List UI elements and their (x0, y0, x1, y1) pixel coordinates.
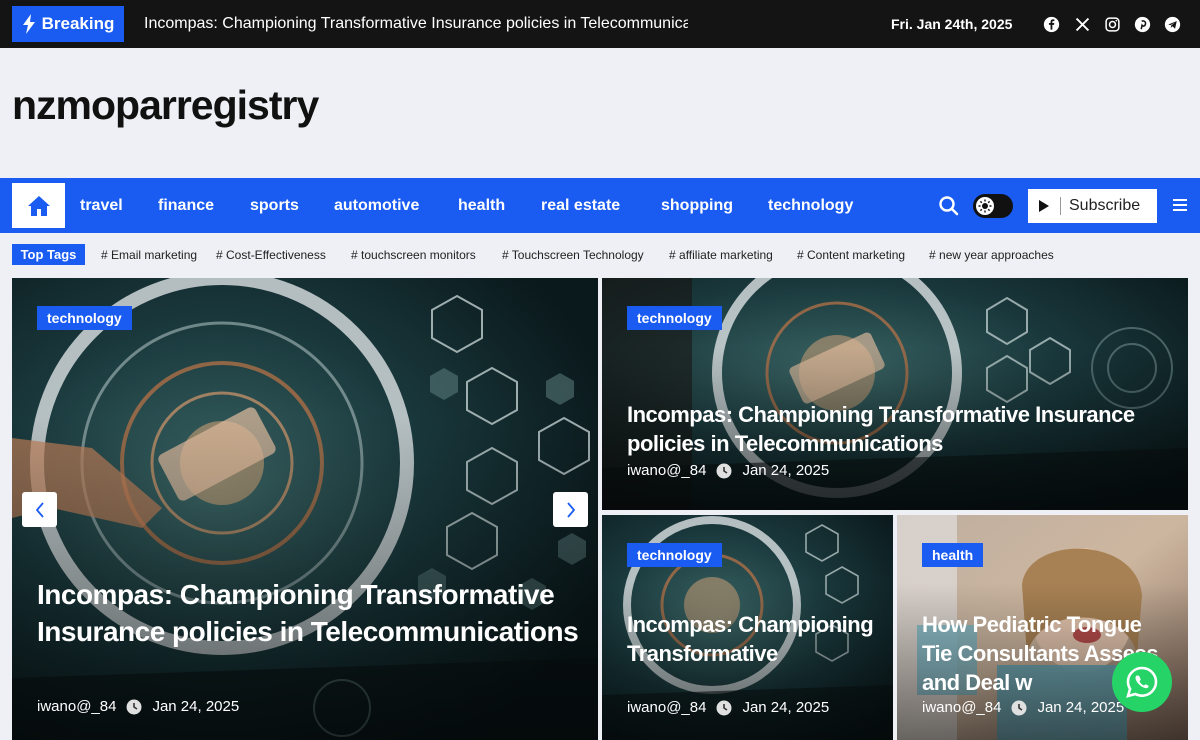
tag-item[interactable]: # new year approaches (929, 246, 1054, 264)
tag-label[interactable]: Content marketing (807, 248, 905, 262)
article-meta: iwano@_84 Jan 24, 2025 (37, 698, 239, 715)
clock-icon (1011, 700, 1027, 715)
author-name[interactable]: iwano@_84 (627, 699, 706, 716)
article-title[interactable]: Incompas: Championing Transformative Ins… (627, 400, 1172, 458)
featured-card[interactable]: technology Incompas: Championing Transfo… (602, 515, 893, 740)
tag-label[interactable]: Cost-Effectiveness (226, 248, 326, 262)
breaking-badge: Breaking (12, 6, 124, 42)
tag-label[interactable]: affiliate marketing (679, 248, 773, 262)
home-button[interactable] (12, 183, 65, 228)
category-badge[interactable]: health (922, 543, 984, 567)
subscribe-button[interactable]: Subscribe (1028, 189, 1157, 223)
dark-mode-toggle[interactable] (973, 194, 1013, 218)
article-date: Jan 24, 2025 (152, 698, 240, 715)
tag-item[interactable]: # touchscreen monitors (351, 246, 476, 264)
clock-icon (126, 699, 142, 714)
nav-item-travel[interactable]: travel (80, 178, 123, 233)
facebook-icon[interactable] (1041, 14, 1061, 34)
tag-item[interactable]: # Cost-Effectiveness (216, 246, 326, 264)
slider-prev-button[interactable] (22, 492, 57, 527)
news-ticker[interactable]: Incompas: Championing Transformative Ins… (144, 0, 688, 48)
article-title[interactable]: Incompas: Championing Transformative (627, 610, 877, 668)
main-nav: travel finance sports automotive health … (0, 178, 1200, 233)
author-name[interactable]: iwano@_84 (627, 462, 706, 479)
article-title[interactable]: Incompas: Championing Transformative Ins… (37, 576, 582, 650)
nav-item-finance[interactable]: finance (158, 178, 214, 233)
author-name[interactable]: iwano@_84 (922, 699, 1001, 716)
tag-item[interactable]: # Content marketing (797, 246, 905, 264)
clock-icon (716, 700, 732, 715)
article-meta: iwano@_84 Jan 24, 2025 (627, 699, 829, 716)
category-badge[interactable]: technology (627, 543, 722, 567)
site-title[interactable]: nzmoparregistry (12, 82, 319, 129)
chevron-left-icon (35, 501, 44, 518)
slider-next-button[interactable] (553, 492, 588, 527)
clock-icon (716, 463, 732, 478)
current-date: Fri. Jan 24th, 2025 (891, 16, 1013, 32)
nav-item-automotive[interactable]: automotive (334, 178, 419, 233)
ticker-headline[interactable]: Incompas: Championing Transformative Ins… (144, 15, 688, 32)
article-meta: iwano@_84 Jan 24, 2025 (627, 462, 829, 479)
tag-item[interactable]: # affiliate marketing (669, 246, 773, 264)
nav-item-shopping[interactable]: shopping (661, 178, 733, 233)
tag-label[interactable]: touchscreen monitors (361, 248, 476, 262)
tag-label[interactable]: new year approaches (939, 248, 1054, 262)
breaking-label: Breaking (41, 14, 115, 33)
menu-icon[interactable] (1172, 197, 1188, 213)
nav-item-health[interactable]: health (458, 178, 505, 233)
article-meta: iwano@_84 Jan 24, 2025 (922, 699, 1124, 716)
lightning-icon (22, 14, 35, 34)
sun-icon (976, 197, 994, 215)
tag-label[interactable]: Email marketing (111, 248, 197, 262)
nav-item-technology[interactable]: technology (768, 178, 853, 233)
tag-label[interactable]: Touchscreen Technology (512, 248, 644, 262)
instagram-icon[interactable] (1102, 14, 1122, 34)
article-date: Jan 24, 2025 (742, 462, 830, 479)
featured-slider[interactable]: technology Incompas: Championing Transfo… (12, 278, 598, 740)
pinterest-icon[interactable] (1132, 14, 1152, 34)
nav-item-sports[interactable]: sports (250, 178, 299, 233)
image-overlay (12, 278, 598, 740)
search-icon[interactable] (937, 194, 961, 218)
subscribe-label: Subscribe (1069, 197, 1141, 214)
article-date: Jan 24, 2025 (742, 699, 830, 716)
chevron-right-icon (566, 501, 575, 518)
featured-card[interactable]: technology Incompas: Championing Transfo… (602, 278, 1188, 510)
top-tags-label: Top Tags (12, 244, 85, 265)
top-bar: Breaking Incompas: Championing Transform… (0, 0, 1200, 48)
home-icon (27, 195, 50, 216)
nav-item-real-estate[interactable]: real estate (541, 178, 620, 233)
tag-item[interactable]: # Email marketing (101, 246, 197, 264)
telegram-icon[interactable] (1162, 14, 1182, 34)
whatsapp-icon (1126, 666, 1158, 698)
article-date: Jan 24, 2025 (1037, 699, 1125, 716)
category-badge[interactable]: technology (37, 306, 132, 330)
x-icon[interactable] (1072, 14, 1092, 34)
play-icon (1028, 197, 1061, 215)
author-name[interactable]: iwano@_84 (37, 698, 116, 715)
category-badge[interactable]: technology (627, 306, 722, 330)
tag-item[interactable]: # Touchscreen Technology (502, 246, 644, 264)
whatsapp-button[interactable] (1112, 652, 1172, 712)
